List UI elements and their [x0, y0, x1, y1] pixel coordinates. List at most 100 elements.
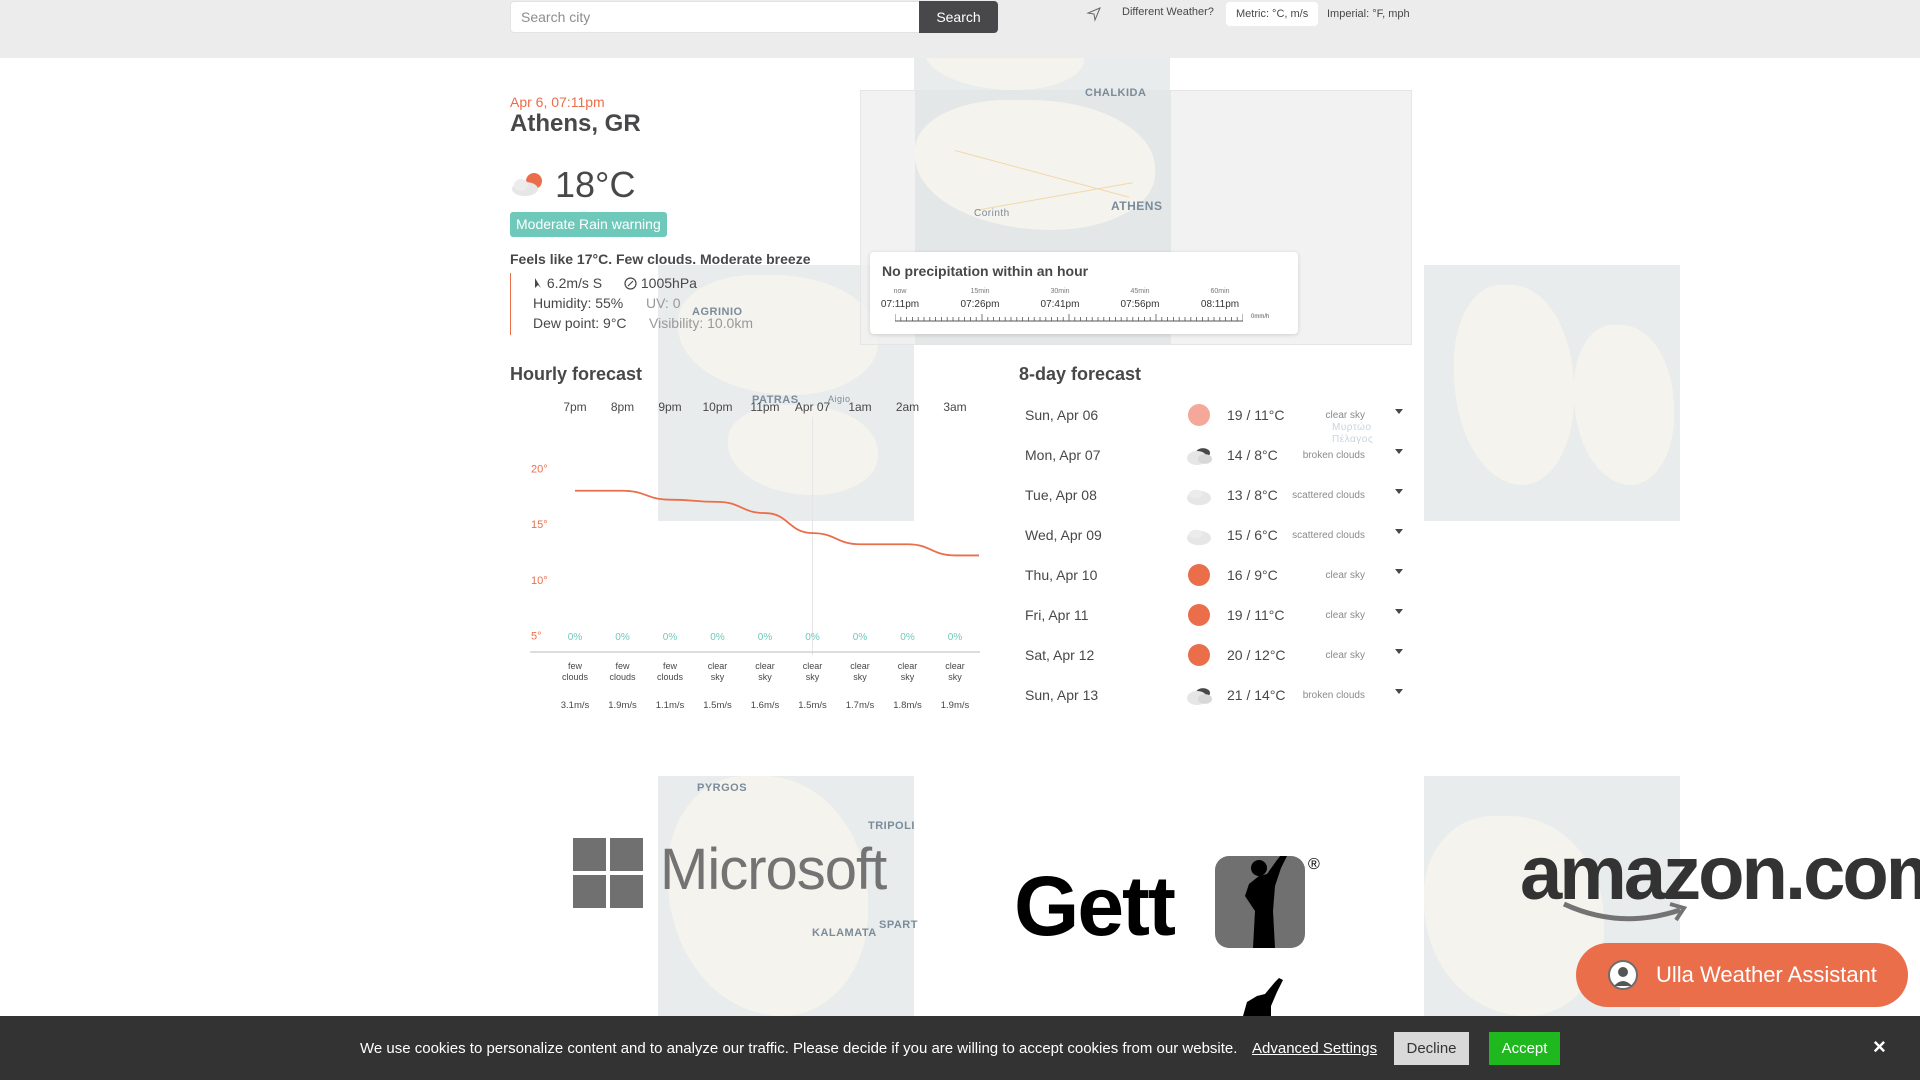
- precipitation-unit: 0mm/h: [1251, 314, 1270, 320]
- wind-label: 3.1m/s: [561, 700, 590, 711]
- amazon-smile-icon: [1562, 901, 1688, 922]
- person-avatar-icon: [1614, 967, 1632, 986]
- daily-date: Sat, Apr 12: [1025, 647, 1095, 663]
- precipitation-tick-label: 45min: [1130, 288, 1150, 295]
- chevron-down-icon[interactable]: [1395, 649, 1403, 654]
- registered-mark-icon: ®: [1308, 856, 1320, 873]
- advanced-settings-link[interactable]: Advanced Settings: [1252, 1040, 1377, 1057]
- daily-row[interactable]: Sun, Apr 06 19 / 11°C clear sky: [1019, 395, 1407, 435]
- hour-label: 11pm: [750, 400, 779, 414]
- gett-logo-text[interactable]: Gett: [1014, 858, 1176, 955]
- precipitation-time: 07:41pm: [1040, 299, 1080, 310]
- sun-icon: [1188, 604, 1210, 626]
- weather-alert-badge[interactable]: Moderate Rain warning: [510, 212, 667, 237]
- map-label: TRIPOLI: [868, 820, 915, 832]
- chevron-down-icon[interactable]: [1395, 609, 1403, 614]
- chevron-down-icon[interactable]: [1395, 689, 1403, 694]
- visibility-value: Visibility: 10.0km: [649, 315, 754, 331]
- weather-details: 6.2m/s S 1005hPa Humidity: 55% UV: 0 Dew…: [510, 273, 753, 335]
- precipitation-tick-label: 30min: [1050, 288, 1070, 295]
- unit-metric-button[interactable]: Metric: °C, m/s: [1226, 2, 1319, 26]
- wind-label: 1.1m/s: [656, 700, 685, 711]
- precipitation-time: 07:11pm: [880, 299, 920, 310]
- cloud-icon: [1187, 489, 1211, 506]
- precipitation-tick-label: 60min: [1210, 288, 1230, 295]
- map-label: Corinth: [974, 208, 1010, 219]
- chevron-down-icon[interactable]: [1395, 409, 1403, 414]
- humidity-value: Humidity: 55%: [533, 295, 624, 311]
- precip-label: 0%: [568, 632, 583, 643]
- location-arrow-icon[interactable]: [1086, 6, 1102, 22]
- decline-button[interactable]: Decline: [1394, 1032, 1469, 1065]
- chevron-down-icon[interactable]: [1395, 489, 1403, 494]
- hourly-forecast-chart[interactable]: 7pm 8pm 9pm 10pm 11pm Apr 07 1am 2am 3am 20° 15° 10…: [510, 395, 990, 715]
- precipitation-tick-label: now: [893, 288, 907, 295]
- daily-date: Sun, Apr 13: [1025, 687, 1099, 703]
- weather-summary: Feels like 17°C. Few clouds. Moderate br…: [510, 251, 811, 267]
- unit-imperial-button[interactable]: Imperial: °F, mph: [1317, 2, 1420, 26]
- microsoft-logo-icon[interactable]: [573, 838, 643, 908]
- gett-logo-icon[interactable]: [1215, 850, 1305, 948]
- daily-row[interactable]: Tue, Apr 08 13 / 8°C scattered clouds: [1019, 475, 1407, 515]
- y-tick-label: 20°: [531, 463, 548, 475]
- wind-label: 1.8m/s: [893, 700, 922, 711]
- precip-label: 0%: [710, 632, 725, 643]
- daily-row[interactable]: Wed, Apr 09 15 / 6°C scattered clouds: [1019, 515, 1407, 555]
- hour-label: 9pm: [658, 400, 681, 414]
- weather-assistant-button[interactable]: Ulla Weather Assistant: [1576, 943, 1908, 1007]
- hour-label: 8pm: [611, 400, 634, 414]
- assistant-avatar: [1608, 960, 1638, 990]
- cookie-message: We use cookies to personalize content an…: [360, 1040, 1238, 1057]
- precipitation-time: 07:56pm: [1120, 299, 1160, 310]
- daily-row[interactable]: Sun, Apr 13 21 / 14°C broken clouds: [1019, 675, 1407, 715]
- daily-forecast-title: 8-day forecast: [1019, 364, 1142, 384]
- daily-temperature: 13 / 8°C: [1227, 487, 1278, 503]
- y-tick-label: 10°: [531, 575, 548, 587]
- search-button[interactable]: Search: [919, 1, 998, 33]
- few-clouds-icon: [512, 173, 542, 196]
- daily-date: Sun, Apr 06: [1025, 407, 1099, 423]
- different-weather-link[interactable]: Different Weather?: [1122, 6, 1214, 18]
- condition-label: clear: [945, 661, 965, 671]
- daily-row[interactable]: Sat, Apr 12 20 / 12°C clear sky: [1019, 635, 1407, 675]
- temperature-line: [575, 489, 979, 557]
- chevron-down-icon[interactable]: [1395, 449, 1403, 454]
- condition-label: few: [663, 661, 678, 671]
- current-temperature: 18°C: [555, 164, 636, 205]
- assistant-label: Ulla Weather Assistant: [1656, 962, 1877, 987]
- page: Search Different Weather? Metric: °C, m/…: [0, 0, 1920, 1080]
- broken-clouds-icon: [1187, 688, 1212, 705]
- daily-row[interactable]: Thu, Apr 10 16 / 9°C clear sky: [1019, 555, 1407, 595]
- daily-temperature: 14 / 8°C: [1227, 447, 1278, 463]
- condition-label: sky: [711, 672, 725, 682]
- daily-row[interactable]: Mon, Apr 07 14 / 8°C broken clouds: [1019, 435, 1407, 475]
- precipitation-card: No precipitation within an hour now 07:11…: [870, 252, 1298, 334]
- daily-date: Mon, Apr 07: [1025, 447, 1101, 463]
- close-icon[interactable]: ×: [1873, 1034, 1886, 1060]
- condition-label: sky: [853, 672, 867, 682]
- daily-row[interactable]: Fri, Apr 11 19 / 11°C clear sky: [1019, 595, 1407, 635]
- hourly-chart-svg: 7pm 8pm 9pm 10pm 11pm Apr 07 1am 2am 3am 20° 15° 10…: [530, 400, 980, 711]
- condition-label: clouds: [609, 672, 636, 682]
- chevron-down-icon[interactable]: [1395, 529, 1403, 534]
- daily-date: Fri, Apr 11: [1025, 607, 1089, 623]
- chevron-down-icon[interactable]: [1395, 569, 1403, 574]
- search-input[interactable]: [510, 1, 920, 33]
- cookie-banner: We use cookies to personalize content an…: [0, 1016, 1920, 1080]
- daily-description: scattered clouds: [1292, 530, 1365, 541]
- precip-label: 0%: [805, 632, 820, 643]
- hour-label: 2am: [896, 400, 919, 414]
- daily-temperature: 19 / 11°C: [1227, 607, 1285, 623]
- wind-label: 1.9m/s: [608, 700, 637, 711]
- daily-description: clear sky: [1325, 610, 1365, 621]
- wind-row: 6.2m/s S: [533, 275, 602, 291]
- condition-label: clear: [850, 661, 870, 671]
- condition-label: clear: [755, 661, 775, 671]
- microsoft-logo-text[interactable]: Microsoft: [660, 836, 887, 903]
- condition-label: clouds: [657, 672, 684, 682]
- accept-button[interactable]: Accept: [1489, 1032, 1560, 1065]
- gett-figure-icon: [1243, 978, 1283, 1016]
- sun-icon: [1188, 404, 1210, 426]
- current-datetime: Apr 6, 07:11pm: [510, 94, 605, 110]
- precipitation-time: 07:26pm: [960, 299, 1000, 310]
